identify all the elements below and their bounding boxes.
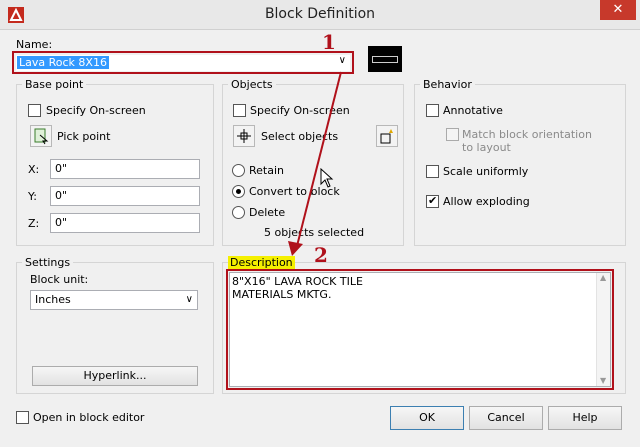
- ok-button[interactable]: OK: [390, 406, 464, 430]
- cancel-button[interactable]: Cancel: [469, 406, 543, 430]
- mouse-cursor-icon: [320, 168, 334, 188]
- open-in-editor-label: Open in block editor: [33, 411, 145, 424]
- open-in-editor-checkbox[interactable]: [16, 411, 29, 424]
- annotation-arrow: [288, 71, 342, 256]
- help-button[interactable]: Help: [548, 406, 622, 430]
